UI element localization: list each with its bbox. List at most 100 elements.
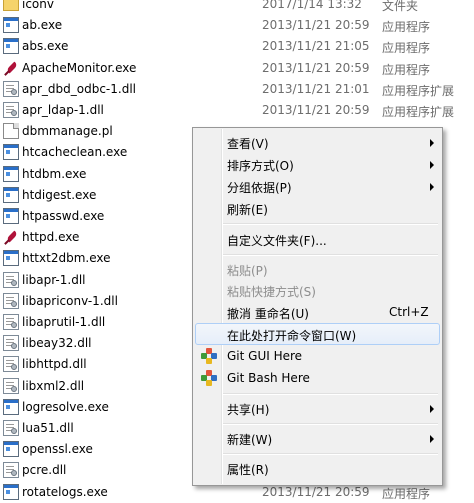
menu-item-refresh[interactable]: 刷新(E) [195, 197, 440, 219]
file-date-modified: 2013/11/21 21:05 [262, 39, 370, 54]
dll-icon [3, 377, 19, 394]
git-gui-icon [201, 348, 217, 364]
dll-icon [3, 271, 19, 288]
file-name: logresolve.exe [22, 399, 109, 414]
exe-icon [3, 250, 19, 267]
dll-icon [3, 335, 19, 352]
file-row[interactable]: apr_dbd_odbc-1.dll 2013/11/21 21:01 应用程序扩展 [0, 79, 474, 100]
menu-item-group-by[interactable]: 分组依据(P) [195, 175, 440, 197]
file-name: libapr-1.dll [22, 272, 86, 287]
menu-item-share[interactable]: 共享(H) [195, 397, 440, 419]
file-type: 应用程序 [382, 486, 431, 501]
menu-item-undo-rename[interactable]: 撤消 重命名(U) Ctrl+Z [195, 301, 440, 323]
exe-icon [3, 38, 19, 55]
file-row[interactable]: ApacheMonitor.exe 2013/11/21 20:59 应用程序 [0, 58, 474, 79]
submenu-arrow-icon [430, 435, 434, 443]
exe-icon [3, 441, 19, 458]
menu-item-open-command-window[interactable]: 在此处打开命令窗口(W) [195, 323, 440, 345]
file-name: ApacheMonitor.exe [22, 60, 137, 75]
file-type: 应用程序 [382, 20, 431, 35]
apache-feather-icon [3, 229, 19, 245]
file-type: 应用程序 [382, 62, 431, 77]
menu-item-paste[interactable]: 粘贴(P) [195, 258, 440, 280]
menu-item-label: 在此处打开命令窗口(W) [227, 329, 357, 343]
file-name: apr_ldap-1.dll [22, 103, 104, 117]
menu-item-label: 粘贴快捷方式(S) [227, 285, 316, 299]
submenu-arrow-icon [430, 405, 434, 413]
file-type: 应用程序扩展 [382, 83, 455, 98]
menu-item-new[interactable]: 新建(W) [195, 427, 440, 449]
menu-item-label: 查看(V) [227, 137, 269, 151]
file-name: htcacheclean.exe [22, 145, 128, 160]
exe-icon [3, 17, 19, 34]
file-type: 文件夹 [382, 0, 419, 13]
dll-icon [3, 462, 19, 479]
menu-item-label: 排序方式(O) [227, 159, 294, 173]
apache-feather-icon [3, 60, 19, 76]
menu-item-label: Git GUI Here [227, 349, 303, 363]
file-date-modified: 2017/1/14 13:32 [262, 0, 362, 11]
menu-item-customize-folder[interactable]: 自定义文件夹(F)... [195, 228, 440, 250]
file-row[interactable]: apr_ldap-1.dll 2013/11/21 20:59 应用程序扩展 [0, 100, 474, 121]
menu-item-paste-shortcut[interactable]: 粘贴快捷方式(S) [195, 279, 440, 301]
menu-item-view[interactable]: 查看(V) [195, 131, 440, 153]
menu-item-git-bash-here[interactable]: Git Bash Here [195, 367, 440, 389]
menu-item-label: 粘贴(P) [227, 264, 268, 278]
menu-item-label: 分组依据(P) [227, 181, 292, 195]
submenu-arrow-icon [430, 183, 434, 191]
menu-separator [223, 453, 438, 455]
file-name: iconv [22, 0, 54, 11]
file-name: pcre.dll [22, 463, 67, 478]
menu-separator [223, 254, 438, 256]
file-name: lua51.dll [22, 421, 74, 435]
file-name: htpasswd.exe [22, 209, 105, 223]
file-row[interactable]: ab.exe 2013/11/21 20:59 应用程序 [0, 15, 474, 36]
file-name: ab.exe [22, 18, 63, 33]
dll-icon [3, 102, 19, 118]
submenu-arrow-icon [430, 161, 434, 169]
file-row[interactable]: iconv 2017/1/14 13:32 文件夹 [0, 0, 474, 15]
dll-icon [3, 80, 19, 97]
menu-item-sort-by[interactable]: 排序方式(O) [195, 153, 440, 175]
file-date-modified: 2013/11/21 20:59 [262, 18, 370, 33]
context-menu: 查看(V) 排序方式(O) 分组依据(P) 刷新(E) 自定义文件夹(F)...… [192, 127, 443, 486]
menu-item-label: 自定义文件夹(F)... [227, 234, 327, 248]
pl-file-icon [3, 123, 19, 140]
file-name: httpd.exe [22, 230, 80, 245]
menu-item-label: 新建(W) [227, 433, 273, 447]
menu-separator [223, 223, 438, 225]
file-row[interactable]: abs.exe 2013/11/21 21:05 应用程序 [0, 36, 474, 57]
file-name: apr_dbd_odbc-1.dll [22, 81, 136, 96]
file-name: htdbm.exe [22, 166, 87, 181]
exe-icon [3, 208, 19, 224]
menu-item-label: 撤消 重命名(U) [227, 307, 309, 321]
dll-icon [3, 292, 19, 309]
dll-icon [3, 420, 19, 436]
exe-icon [3, 165, 19, 182]
exe-icon [3, 398, 19, 415]
submenu-arrow-icon [430, 139, 434, 147]
dll-icon [3, 314, 19, 330]
file-type: 应用程序 [382, 41, 431, 56]
file-name: libapriconv-1.dll [22, 293, 118, 308]
file-date-modified: 2013/11/21 20:59 [262, 103, 370, 117]
menu-item-shortcut: Ctrl+Z [389, 305, 429, 319]
file-name: libaprutil-1.dll [22, 315, 106, 329]
file-name: abs.exe [22, 39, 69, 54]
file-name: htdigest.exe [22, 187, 97, 202]
folder-icon [3, 0, 19, 11]
menu-item-label: Git Bash Here [227, 371, 310, 385]
file-name: libxml2.dll [22, 378, 85, 393]
file-type: 应用程序扩展 [382, 105, 455, 119]
file-name: httxt2dbm.exe [22, 251, 111, 266]
menu-item-label: 共享(H) [227, 403, 270, 417]
file-name: libeay32.dll [22, 336, 92, 351]
exe-icon [3, 186, 19, 203]
file-name: libhttpd.dll [22, 357, 87, 372]
menu-item-git-gui-here[interactable]: Git GUI Here [195, 345, 440, 367]
menu-separator [223, 423, 438, 425]
menu-item-label: 刷新(E) [227, 203, 268, 217]
exe-icon [3, 144, 19, 161]
file-date-modified: 2013/11/21 21:01 [262, 81, 370, 96]
menu-item-properties[interactable]: 属性(R) [195, 457, 440, 479]
